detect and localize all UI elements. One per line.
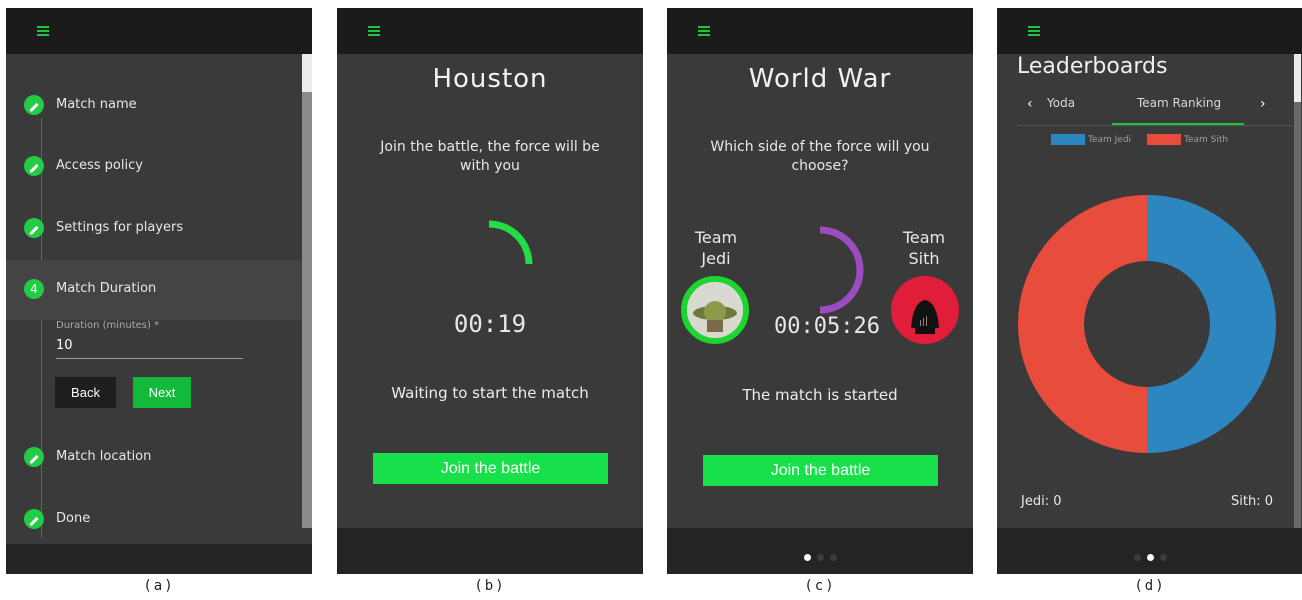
bottom-bar (997, 528, 1302, 574)
sith-score: Sith: 0 (1231, 494, 1273, 509)
team-label-line: Jedi (701, 249, 731, 268)
app-bar (997, 8, 1302, 54)
pencil-icon (24, 509, 44, 529)
step-settings-players[interactable]: Settings for players (6, 199, 302, 257)
step-match-name[interactable]: Match name (6, 76, 302, 134)
page-dot[interactable] (1146, 554, 1154, 561)
chevron-right-icon[interactable]: › (1260, 96, 1266, 112)
subtitle-line: choose? (791, 158, 849, 174)
step-match-location[interactable]: Match location (6, 428, 302, 486)
bottom-bar (6, 544, 312, 574)
team-jedi-avatar[interactable] (681, 276, 749, 344)
caption-b: (b) (474, 578, 506, 594)
jedi-score: Jedi: 0 (1021, 494, 1062, 509)
subtitle-line: with you (460, 158, 520, 174)
duration-input[interactable]: 10 (56, 338, 73, 353)
menu-icon[interactable] (698, 26, 710, 36)
step-label: Match Duration (56, 281, 157, 296)
menu-icon[interactable] (1028, 26, 1040, 36)
app-bar (667, 8, 973, 54)
step-label: Settings for players (56, 220, 184, 235)
page-dot[interactable] (803, 554, 811, 561)
join-battle-button[interactable]: Join the battle (703, 455, 938, 486)
tab-team-ranking[interactable]: Team Ranking (1137, 96, 1221, 110)
team-label-line: Team (902, 228, 946, 247)
scrollbar[interactable] (1294, 54, 1301, 528)
scrollbar-thumb[interactable] (1294, 54, 1301, 102)
caption-d: (d) (1134, 578, 1166, 594)
countdown-ring (819, 226, 864, 314)
match-status: The match is started (742, 386, 898, 404)
step-label: Done (56, 511, 91, 526)
back-button[interactable]: Back (55, 377, 116, 408)
pencil-icon (24, 447, 44, 467)
active-tab-indicator (1112, 123, 1244, 125)
team-ranking-chart (1018, 195, 1276, 453)
step-number: 4 (24, 279, 44, 299)
page-dot[interactable] (829, 554, 837, 561)
legend-swatch (1051, 134, 1085, 145)
bottom-bar (337, 528, 643, 574)
scrollbar[interactable] (302, 54, 312, 528)
step-label: Match name (56, 97, 137, 112)
caption-a: (a) (143, 578, 175, 594)
legend-item[interactable]: Team Jedi (1051, 134, 1131, 145)
phone-screen-b: Houston Join the battle, the force will … (337, 8, 643, 574)
match-title: Houston (432, 64, 548, 94)
next-button[interactable]: Next (133, 377, 191, 408)
team-sith-label: Team Sith (889, 227, 959, 269)
app-bar (6, 8, 312, 54)
phone-screen-c: World War Which side of the force will y… (667, 8, 973, 574)
countdown-arc (488, 220, 533, 265)
step-done[interactable]: Done (6, 490, 302, 548)
legend-label: Team Sith (1184, 135, 1229, 145)
leaderboards-heading: Leaderboards (1017, 54, 1168, 74)
donut-slice-team-jedi[interactable] (1147, 195, 1276, 453)
phone-screen-a: Match name Access policy Settings for pl… (6, 8, 312, 574)
phone-screen-d: Leaderboards ‹ Yoda Team Ranking › Team … (997, 8, 1302, 574)
menu-icon[interactable] (368, 26, 380, 36)
bottom-bar (667, 528, 973, 574)
subtitle-line: Which side of the force will you (710, 139, 930, 155)
team-jedi-label: Team Jedi (681, 227, 751, 269)
leaderboard-tabs: ‹ Yoda Team Ranking › (1017, 86, 1293, 126)
page-dot[interactable] (1159, 554, 1167, 561)
team-label-line: Sith (908, 249, 940, 268)
countdown-timer: 00:19 (453, 310, 527, 338)
countdown-arc (819, 226, 864, 314)
match-status: Waiting to start the match (391, 384, 589, 402)
legend-item[interactable]: Team Sith (1147, 134, 1228, 145)
app-bar (337, 8, 643, 54)
pencil-icon (24, 218, 44, 238)
page-dot[interactable] (1133, 554, 1141, 561)
countdown-timer: 00:05:26 (774, 314, 880, 339)
step-label: Match location (56, 449, 152, 464)
countdown-ring (488, 220, 533, 265)
legend-label: Team Jedi (1088, 135, 1132, 145)
duration-label: Duration (minutes) * (56, 320, 160, 331)
subtitle-line: Join the battle, the force will be (380, 139, 600, 155)
legend-swatch (1147, 134, 1181, 145)
scrollbar-thumb[interactable] (302, 54, 312, 92)
pencil-icon (24, 95, 44, 115)
donut-slice-team-sith[interactable] (1018, 195, 1147, 453)
tab-yoda[interactable]: Yoda (1047, 96, 1075, 110)
page-indicator (997, 546, 1302, 565)
team-label-line: Team (694, 228, 738, 247)
page-dot[interactable] (816, 554, 824, 561)
caption-c: (c) (804, 578, 836, 594)
input-underline (56, 358, 243, 359)
pencil-icon (24, 156, 44, 176)
match-title: World War (748, 64, 892, 94)
chevron-left-icon[interactable]: ‹ (1027, 96, 1033, 112)
menu-icon[interactable] (37, 26, 49, 36)
step-access-policy[interactable]: Access policy (6, 137, 302, 195)
step-match-duration[interactable]: 4 Match Duration (6, 260, 302, 320)
step-label: Access policy (56, 158, 143, 173)
join-battle-button[interactable]: Join the battle (373, 453, 608, 484)
yoda-icon (687, 282, 743, 338)
page-indicator (667, 546, 973, 565)
